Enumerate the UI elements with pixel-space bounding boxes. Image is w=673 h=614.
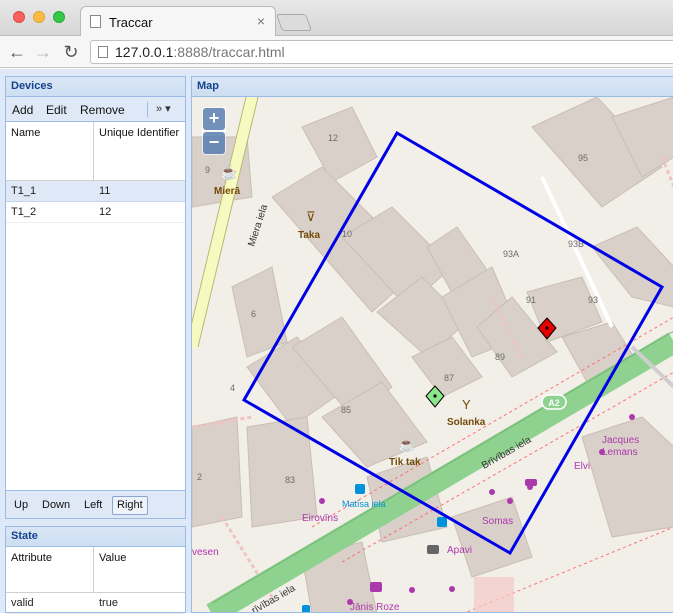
value-cell: true — [99, 597, 118, 609]
cafe-icon: ☕ — [220, 163, 237, 181]
house-number: 9 — [205, 165, 210, 175]
devices-panel-title: Devices — [6, 77, 185, 97]
page-icon — [98, 46, 108, 58]
device-uid-cell: 11 — [99, 185, 111, 197]
up-button[interactable]: Up — [9, 496, 33, 515]
house-number: 6 — [251, 309, 256, 319]
edit-device-button[interactable]: Edit — [46, 103, 67, 117]
bus-stop-icon — [302, 605, 310, 612]
house-number: 12 — [328, 133, 338, 143]
left-button[interactable]: Left — [79, 496, 107, 515]
devices-grid-header: Name Unique Identifier — [6, 122, 185, 181]
map-panel: Map 12 9 10 6 4 2 95 93A 93B 91 93 89 87… — [191, 76, 673, 613]
shoe-shop-icon — [427, 545, 439, 554]
column-header-name[interactable]: Name — [11, 127, 40, 139]
table-row[interactable]: T1_2 12 — [6, 202, 185, 223]
remove-device-button[interactable]: Remove — [80, 103, 125, 117]
state-panel: State Attribute Value valid true — [5, 526, 186, 614]
tab-title: Traccar — [109, 15, 153, 30]
devices-bottom-toolbar: Up Down Left Right — [5, 490, 186, 519]
house-number: 93 — [588, 295, 598, 305]
column-header-attribute[interactable]: Attribute — [11, 552, 52, 564]
column-divider — [93, 547, 94, 593]
add-device-button[interactable]: Add — [12, 103, 33, 117]
house-number: 85 — [341, 405, 351, 415]
bus-stop-icon — [437, 517, 447, 527]
bar-icon: Y — [462, 397, 471, 412]
traccar-app: Devices Add Edit Remove » ▾ Name Unique … — [0, 69, 673, 614]
zoom-out-button[interactable]: − — [203, 132, 225, 154]
house-number: 95 — [578, 153, 588, 163]
back-arrow-icon[interactable]: ← — [6, 41, 28, 63]
url-text: 127.0.0.1:8888/traccar.html — [115, 44, 285, 60]
zoom-control: + − — [202, 107, 226, 155]
new-tab-button[interactable] — [275, 14, 313, 31]
bookshop-icon — [370, 582, 382, 592]
device-uid-cell: 12 — [99, 206, 112, 218]
right-button[interactable]: Right — [112, 496, 148, 515]
poi-lemans: Lemans — [602, 447, 638, 458]
house-number: 2 — [197, 472, 202, 482]
house-number: 93A — [503, 249, 519, 259]
table-row[interactable]: valid true — [6, 593, 185, 614]
poi-janis-roze: Jānis Roze — [350, 602, 400, 613]
map-canvas[interactable]: 12 9 10 6 4 2 95 93A 93B 91 93 89 87 85 … — [192, 95, 673, 613]
poi-miera: Mierā — [214, 186, 241, 197]
browser-tab-bar: Traccar × — [0, 0, 673, 36]
poi-matisa-stop: Matīsa iela — [342, 499, 386, 509]
svg-text:A2: A2 — [548, 398, 560, 408]
cafe-icon: ☕ — [398, 435, 415, 453]
table-row[interactable]: T1_1 11 — [6, 181, 185, 202]
more-menu-button[interactable]: » ▾ — [156, 102, 171, 115]
device-name-cell: T1_1 — [11, 185, 37, 197]
house-number: 4 — [230, 383, 235, 393]
close-window-button[interactable] — [13, 11, 25, 23]
house-number: 83 — [285, 475, 295, 485]
column-header-value[interactable]: Value — [99, 552, 126, 564]
zoom-window-button[interactable] — [53, 11, 65, 23]
devices-panel: Devices Add Edit Remove » ▾ Name Unique … — [5, 76, 186, 519]
poi-eirovins: Eirovīns — [302, 513, 338, 524]
poi-tik-tak: Tik tak — [389, 457, 421, 468]
forward-arrow-icon[interactable]: → — [32, 41, 54, 63]
poi-taka: Taka — [298, 230, 320, 241]
poi-vesen: vesen — [192, 547, 219, 558]
address-bar[interactable]: 127.0.0.1:8888/traccar.html — [90, 40, 673, 64]
reload-icon[interactable]: ↻ — [60, 41, 82, 63]
column-divider — [93, 122, 94, 181]
poi-apavi: Apavi — [447, 545, 472, 556]
state-panel-title: State — [6, 527, 185, 547]
house-number: 89 — [495, 352, 505, 362]
attribute-cell: valid — [11, 597, 34, 609]
poi-elvi: Elvi — [574, 461, 590, 472]
bus-stop-icon — [355, 484, 365, 494]
poi-jacques: Jacques — [602, 435, 639, 446]
house-number: 91 — [526, 295, 536, 305]
page-icon — [90, 15, 101, 28]
column-header-unique-identifier[interactable]: Unique Identifier — [99, 127, 179, 139]
down-button[interactable]: Down — [37, 496, 75, 515]
browser-tab[interactable]: Traccar × — [80, 6, 276, 36]
shop-icon — [525, 479, 537, 486]
toolbar-divider — [147, 102, 148, 117]
bar-icon: ⊽ — [306, 209, 316, 224]
poi-somas: Somas — [482, 516, 513, 527]
devices-toolbar: Add Edit Remove » ▾ — [6, 97, 185, 122]
route-shield-a2: A2 — [541, 394, 567, 410]
state-grid-header: Attribute Value — [6, 547, 185, 593]
device-name-cell: T1_2 — [11, 206, 37, 218]
poi-solanka: Solanka — [447, 417, 486, 428]
tab-close-icon[interactable]: × — [257, 13, 265, 29]
minimize-window-button[interactable] — [33, 11, 45, 23]
zoom-in-button[interactable]: + — [203, 108, 225, 130]
map-panel-title: Map — [192, 77, 673, 97]
house-number: 10 — [342, 229, 352, 239]
house-number: 87 — [444, 373, 454, 383]
map-svg[interactable]: 12 9 10 6 4 2 95 93A 93B 91 93 89 87 85 … — [192, 95, 673, 613]
browser-nav-bar: ← → ↻ 127.0.0.1:8888/traccar.html — [0, 36, 673, 68]
